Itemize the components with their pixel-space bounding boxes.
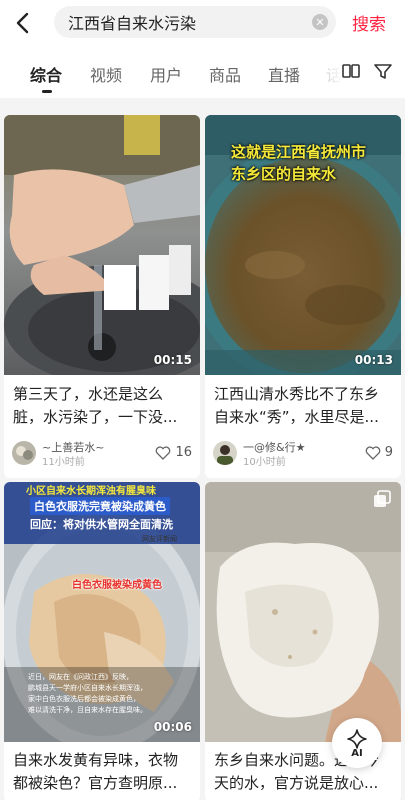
- tab-users[interactable]: 用户: [150, 62, 182, 86]
- top-bar: 江西省自来水污染 ✕ 搜索: [0, 0, 405, 46]
- video-subtitle: 难以清洗干净，且自来水存在腥臭味。: [28, 706, 147, 714]
- tab-fade: [318, 46, 342, 98]
- video-thumbnail: 00:15: [4, 115, 200, 375]
- clear-icon[interactable]: ✕: [312, 14, 328, 30]
- like-button[interactable]: 16: [155, 445, 192, 460]
- video-banner: 回应：将对供水管网全面清洗: [30, 518, 173, 531]
- active-tab-indicator: [42, 90, 52, 93]
- video-subtitle: 鹏城县天一学府小区自来水长期浑浊，: [28, 684, 147, 692]
- note-card[interactable]: 00:15 第三天了，水还是这么脏，水污染了，一下没... ~上善若水~ 11小…: [4, 115, 200, 478]
- video-caption: 东乡区的自来水: [231, 165, 337, 183]
- video-caption: 白色衣服被染成黄色: [72, 580, 162, 591]
- post-time: 11小时前: [42, 457, 85, 468]
- search-query: 江西省自来水污染: [68, 14, 197, 33]
- video-thumbnail: 这就是江西省抚州市 东乡区的自来水 00:13: [205, 115, 401, 375]
- note-title: 第三天了，水还是这么脏，水污染了，一下没...: [13, 385, 178, 426]
- video-duration: 00:13: [354, 353, 393, 367]
- video-duration: 00:15: [153, 353, 192, 367]
- chevron-left-icon: [16, 12, 29, 34]
- search-input[interactable]: 江西省自来水污染 ✕: [54, 6, 336, 38]
- note-card[interactable]: 小区自来水长期浑浊有腥臭味 白色衣服洗完竟被染成黄色 回应：将对供水管网全面清洗…: [4, 482, 200, 800]
- back-button[interactable]: [0, 0, 44, 46]
- tab-all[interactable]: 综合: [30, 62, 62, 86]
- ai-sparkle-icon: [347, 728, 367, 749]
- search-button[interactable]: 搜索: [352, 10, 386, 35]
- ai-label: AI: [351, 747, 363, 759]
- like-count: 16: [175, 445, 192, 460]
- multi-image-icon: [374, 490, 391, 507]
- ai-assistant-button[interactable]: AI: [332, 718, 382, 768]
- note-card[interactable]: 这就是江西省抚州市 东乡区的自来水 00:13 江西山清水秀比不了东乡自来水“秀…: [205, 115, 401, 478]
- video-duration: 00:06: [153, 720, 192, 734]
- filter-icon[interactable]: [372, 60, 394, 82]
- video-banner-top: 小区自来水长期浑浊有腥臭味: [26, 486, 156, 497]
- note-title: 江西山清水秀比不了东乡自来水“秀”，水里尽是...: [214, 385, 380, 426]
- tab-live[interactable]: 直播: [268, 62, 300, 86]
- video-thumbnail: 小区自来水长期浑浊有腥臭味 白色衣服洗完竟被染成黄色 回应：将对供水管网全面清洗…: [4, 482, 200, 742]
- like-button[interactable]: 9: [365, 445, 393, 460]
- note-meta: 一@修&行★ 10小时前 9: [213, 439, 393, 469]
- heart-icon: [365, 445, 381, 460]
- tab-bar: 综合 视频 用户 商品 直播 话: [0, 46, 405, 98]
- video-caption: 这就是江西省抚州市: [231, 143, 367, 161]
- video-banner: 白色衣服洗完竟被染成黄色: [30, 497, 170, 515]
- avatar[interactable]: [12, 441, 36, 465]
- video-subtitle: 家中白色衣服洗后都会被染成黄色，: [28, 695, 140, 703]
- video-subtitle: 近日，网友在《问政江西》反映，: [28, 673, 133, 681]
- tab-goods[interactable]: 商品: [209, 62, 241, 86]
- note-meta: ~上善若水~ 11小时前 16: [12, 439, 192, 469]
- avatar[interactable]: [213, 441, 237, 465]
- like-count: 9: [384, 445, 393, 460]
- photo-thumbnail: [205, 482, 401, 742]
- tab-video[interactable]: 视频: [90, 62, 122, 86]
- grid-view-icon[interactable]: [340, 60, 362, 82]
- heart-icon: [156, 445, 171, 460]
- note-title: 自来水发黄有异味，衣物都被染色？官方查明原...: [13, 751, 179, 792]
- post-time: 10小时前: [243, 457, 286, 468]
- source-tag: 网友评新闻: [142, 535, 177, 543]
